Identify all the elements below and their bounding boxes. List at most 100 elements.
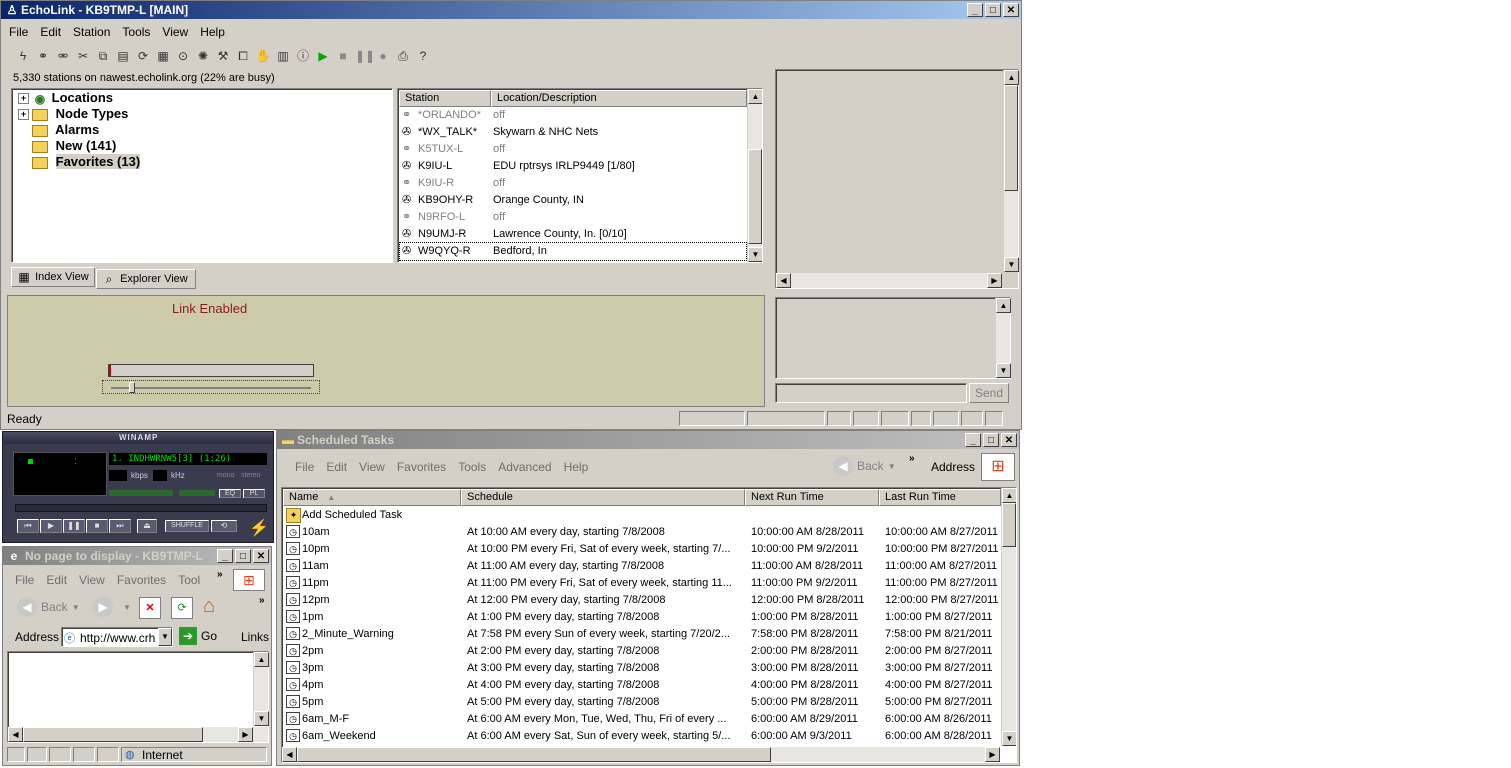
menu-file[interactable]: File [3,25,34,39]
menu-file[interactable]: File [9,573,40,587]
task-row[interactable]: ◷ 5pm At 5:00 PM every day, starting 7/8/2… [284,694,1000,711]
stop-icon[interactable]: ✕ [139,597,161,619]
scroll-thumb[interactable] [23,727,203,742]
tree-item-alarms[interactable]: Alarms [32,122,99,138]
tree-item-favorites[interactable]: Favorites (13) [32,154,141,170]
back-button[interactable]: ◀ Back ▼ [833,456,896,476]
send-button[interactable]: Send [969,383,1009,403]
tasks-hscroll[interactable]: ◀ ▶ [282,747,1000,762]
scroll-up-icon[interactable]: ▲ [748,89,762,104]
scroll-thumb[interactable] [1002,503,1016,547]
chevron-icon[interactable]: » [217,569,223,580]
chat-scrollbar[interactable]: ▲ ▼ [995,298,1011,378]
dropdown-icon[interactable]: ▼ [72,603,80,612]
menu-edit[interactable]: Edit [40,573,73,587]
address-dropdown-icon[interactable]: ▼ [158,628,172,646]
menu-help[interactable]: Help [558,460,595,474]
tools-icon[interactable]: ⚒ [215,48,231,64]
play-icon[interactable]: ▶ [40,519,62,533]
ie-vscroll[interactable]: ▲ ▼ [253,652,269,726]
stop-icon[interactable]: ■ [335,48,351,64]
task-row[interactable]: ◷ 6am_Weekend At 6:00 AM every Sat, Sun of… [284,728,1000,745]
task-row[interactable]: ◷ 11am At 11:00 AM every day, starting 7/8… [284,558,1000,575]
task-row[interactable]: ◷ 4pm At 4:00 PM every day, starting 7/8/2… [284,677,1000,694]
menu-edit[interactable]: Edit [320,460,353,474]
forward-arrow-icon[interactable]: ▶ [93,597,113,617]
task-row[interactable]: ◷ 2_Minute_Warning At 7:58 PM every Sun of… [284,626,1000,643]
lightning-icon[interactable]: ϟ [15,48,31,64]
disconnect-icon[interactable]: ⚮ [55,48,71,64]
menu-help[interactable]: Help [194,25,231,39]
info-page-icon[interactable]: ▦ [155,48,171,64]
print-icon[interactable]: ⎙ [395,48,411,64]
echolink-titlebar[interactable]: ♙ EchoLink - KB9TMP-L [MAIN] _ □ ✕ [1,1,1021,19]
info-panel-scrollbar[interactable]: ▲ ▼ [1003,70,1019,272]
scroll-right-icon[interactable]: ▶ [987,273,1002,288]
task-row[interactable]: ◷ 3pm At 3:00 PM every day, starting 7/8/2… [284,660,1000,677]
station-row[interactable]: ✇ W9QYQ-R Bedford, In [399,242,747,261]
copy-icon[interactable]: ⧉ [95,48,111,64]
maximize-button[interactable]: □ [235,549,251,563]
pause-icon[interactable]: ❚❚ [63,519,85,533]
links-button[interactable]: Links [241,630,269,644]
menu-favorites[interactable]: Favorites [391,460,452,474]
station-row[interactable]: ⚭ N9RFO-L off [400,209,746,226]
column-header-location[interactable]: Location/Description [491,90,747,107]
connect-icon[interactable]: ⚭ [35,48,51,64]
scroll-left-icon[interactable]: ◀ [282,747,297,762]
winamp-titlebar[interactable]: WINAMP [3,432,273,444]
winamp-pl-button[interactable]: PL [243,489,265,498]
station-row[interactable]: ✇ KB9OHY-R Orange County, IN [400,192,746,209]
menu-tools[interactable]: Tool [172,573,206,587]
record-icon[interactable]: ● [375,48,391,64]
station-row[interactable]: ✇ *WX_TALK* Skywarn & NHC Nets [400,124,746,141]
stop-icon[interactable]: ■ [86,519,108,533]
close-button[interactable]: ✕ [253,549,269,563]
scroll-down-icon[interactable]: ▼ [254,711,269,726]
tasks-titlebar[interactable]: ▬ Scheduled Tasks _ □ ✕ [277,431,1019,449]
cut-icon[interactable]: ✂ [75,48,91,64]
minimize-button[interactable]: _ [965,433,981,447]
ie-hscroll[interactable]: ◀ ▶ [8,727,268,742]
previous-icon[interactable]: ⏮ [17,519,39,533]
scroll-thumb[interactable] [297,747,771,762]
repeat-icon[interactable]: ⟲ [211,520,237,532]
eject-icon[interactable]: ⏏ [137,519,157,533]
expand-icon[interactable]: + [18,93,29,104]
task-row[interactable]: ◷ 12pm At 12:00 PM every day, starting 7/8… [284,592,1000,609]
menu-view[interactable]: View [156,25,194,39]
scroll-right-icon[interactable]: ▶ [238,727,253,742]
task-row[interactable]: ◷ 6am_M-F At 6:00 AM every Mon, Tue, Wed, … [284,711,1000,728]
task-row[interactable]: ◷ 10pm At 10:00 PM every Fri, Sat of every… [284,541,1000,558]
column-header-station[interactable]: Station [399,90,491,107]
dropdown-icon[interactable]: ▼ [888,462,896,471]
windows-icon[interactable]: ⧠ [235,48,251,64]
scroll-thumb[interactable] [1004,85,1018,191]
winamp-seek-bar[interactable] [15,504,267,512]
tab-explorer-view[interactable]: ⌕ Explorer View [96,269,196,289]
station-row[interactable]: ✇ K9IU-L EDU rptrsys IRLP9449 [1/80] [400,158,746,175]
menu-station[interactable]: Station [67,25,116,39]
close-button[interactable]: ✕ [1003,3,1019,17]
task-row[interactable]: ◷ 1pm At 1:00 PM every day, starting 7/8/2… [284,609,1000,626]
address-label[interactable]: Address [931,460,975,474]
scroll-down-icon[interactable]: ▼ [748,247,762,262]
station-list-scrollbar[interactable]: ▲ ▼ [747,89,762,262]
help-icon[interactable]: ? [415,48,431,64]
shuffle-button[interactable]: SHUFFLE [165,520,209,532]
refresh-icon[interactable]: ⟳ [135,48,151,64]
task-row[interactable]: ◷ 2pm At 2:00 PM every day, starting 7/8/2… [284,643,1000,660]
winamp-balance-slider[interactable] [179,490,215,496]
expand-icon[interactable]: + [18,109,29,120]
chevron-icon[interactable]: » [909,453,915,464]
scroll-left-icon[interactable]: ◀ [8,727,23,742]
winamp-volume-slider[interactable] [109,490,173,496]
menu-view[interactable]: View [353,460,391,474]
info-panel-hscroll[interactable]: ◀ ▶ [776,273,1002,288]
play-icon[interactable]: ▶ [315,48,331,64]
column-header-name[interactable]: Name ▲ [283,489,461,506]
station-row[interactable]: ✇ N9UMJ-R Lawrence County, In. [0/10] [400,226,746,243]
paste-icon[interactable]: ▤ [115,48,131,64]
scroll-down-icon[interactable]: ▼ [1004,257,1019,272]
address-field[interactable]: ⓔ http://www.crh ▼ [61,627,173,647]
